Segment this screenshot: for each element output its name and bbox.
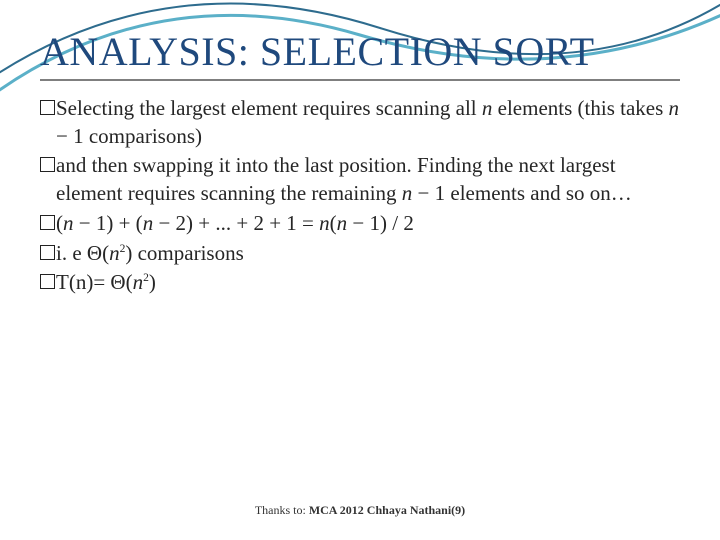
bullet-box-icon: [40, 245, 55, 260]
bullet-box-icon: [40, 274, 55, 289]
bullet-item: (n − 1) + (n − 2) + ... + 2 + 1 = n(n − …: [40, 210, 680, 238]
bullet-text: Selecting the largest element requires s…: [56, 95, 680, 150]
bullet-item: and then swapping it into the last posit…: [40, 152, 680, 207]
footer-credit: MCA 2012 Chhaya Nathani(9): [309, 503, 465, 517]
title-underline: [40, 79, 680, 81]
bullet-text: and then swapping it into the last posit…: [56, 152, 680, 207]
bullet-box-icon: [40, 157, 55, 172]
bullet-text: (n − 1) + (n − 2) + ... + 2 + 1 = n(n − …: [56, 210, 680, 238]
slide-body: Selecting the largest element requires s…: [40, 95, 680, 297]
bullet-item: i. e Θ(n2) comparisons: [40, 240, 680, 268]
slide-title: ANALYSIS: SELECTION SORT: [40, 28, 680, 75]
bullet-item: T(n)= Θ(n2): [40, 269, 680, 297]
footer-prefix: Thanks to:: [255, 503, 309, 517]
slide-content: ANALYSIS: SELECTION SORT Selecting the l…: [0, 0, 720, 297]
bullet-box-icon: [40, 215, 55, 230]
slide-footer: Thanks to: MCA 2012 Chhaya Nathani(9): [0, 503, 720, 518]
bullet-text: i. e Θ(n2) comparisons: [56, 240, 680, 268]
bullet-box-icon: [40, 100, 55, 115]
bullet-item: Selecting the largest element requires s…: [40, 95, 680, 150]
bullet-text: T(n)= Θ(n2): [56, 269, 680, 297]
